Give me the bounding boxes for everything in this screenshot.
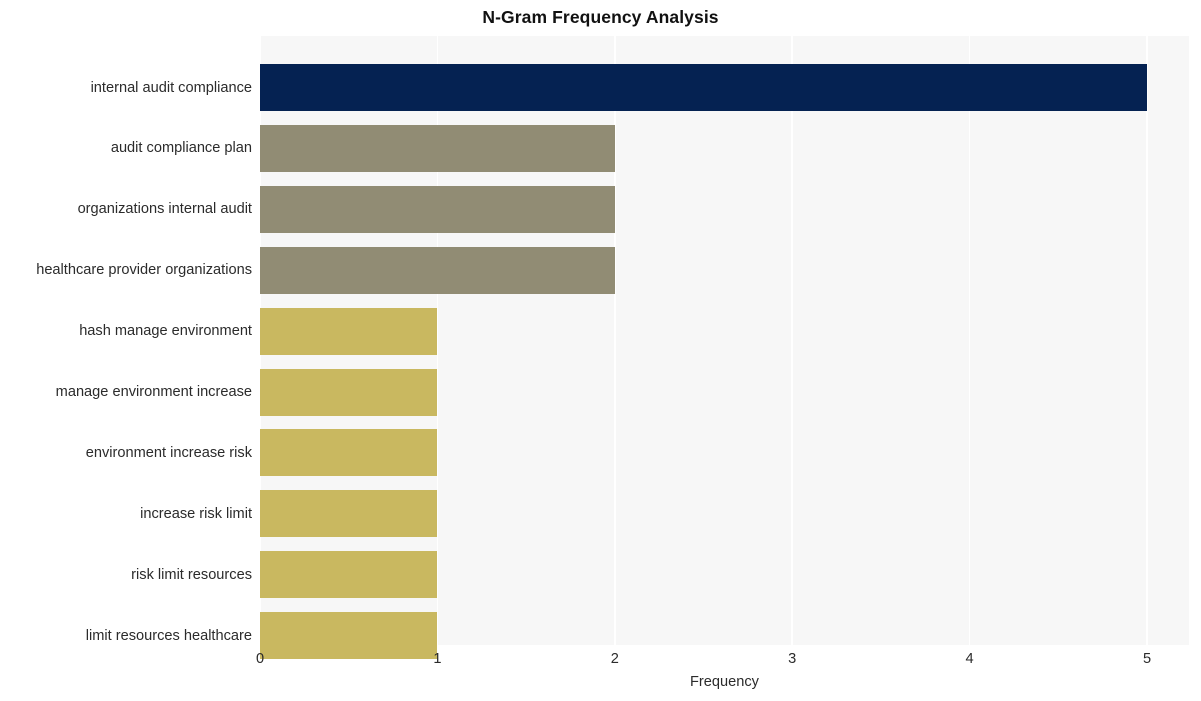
y-axis-tick-label: hash manage environment [79,323,252,340]
bar[interactable] [260,124,615,172]
y-axis-tick-label: organizations internal audit [77,201,252,218]
y-axis-tick-label: audit compliance plan [110,140,252,157]
bar[interactable] [260,368,438,416]
x-axis-tick-label: 4 [965,651,974,667]
y-axis-tick-label: internal audit compliance [90,79,252,96]
bar[interactable] [260,185,615,233]
gridline-x-4 [968,36,971,645]
gridline-x-3 [791,36,793,645]
x-axis-tick-label: 0 [255,651,265,667]
chart-title: N-Gram Frequency Analysis [482,7,719,27]
x-axis-tick-label: 5 [1142,651,1152,667]
bar[interactable] [260,490,438,538]
bar[interactable] [260,429,438,477]
x-axis-tick-label: 1 [433,651,442,667]
bar[interactable] [260,307,438,355]
gridline-x-5 [1146,36,1148,645]
x-axis-title: Frequency [690,674,759,690]
bar[interactable] [260,246,615,294]
x-axis-tick-label: 2 [610,651,619,667]
y-axis-tick-label: environment increase risk [85,444,252,461]
plot-area [259,36,1189,660]
bar[interactable] [260,64,1147,111]
bar[interactable] [260,551,438,599]
y-axis-tick-label: risk limit resources [131,566,252,583]
y-axis-tick-label: increase risk limit [140,505,252,522]
y-axis-tick-label: limit resources healthcare [85,627,252,644]
chart-figure: N-Gram Frequency Analysis internal audit… [0,0,1201,701]
y-axis-tick-label: healthcare provider organizations [36,262,252,279]
y-axis-tick-label: manage environment increase [55,384,252,400]
x-axis-tick-label: 3 [788,651,797,667]
